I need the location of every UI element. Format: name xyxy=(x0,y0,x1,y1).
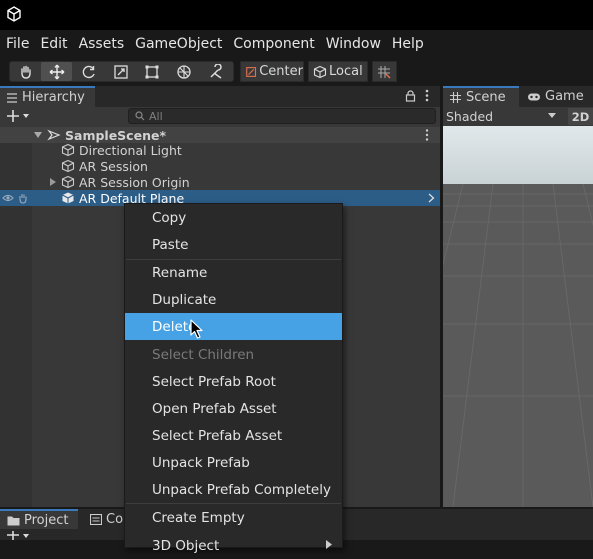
open-prefab-arrow-icon[interactable] xyxy=(428,193,435,203)
scene-skybox-ground xyxy=(443,126,593,507)
rect-tool-button[interactable] xyxy=(136,62,167,81)
add-dropdown-icon[interactable] xyxy=(6,109,30,123)
pivot-mode-label: Center xyxy=(259,64,303,79)
rect-icon xyxy=(145,65,158,78)
menu-item-rename[interactable]: Rename xyxy=(125,259,342,286)
menu-item-unpack-prefab[interactable]: Unpack Prefab xyxy=(125,449,342,476)
chevron-down-icon xyxy=(548,113,556,118)
game-tab-label: Game xyxy=(545,89,584,104)
mouse-cursor-icon xyxy=(190,319,203,339)
tree-row-ar-session-origin[interactable]: AR Session Origin xyxy=(0,174,440,190)
menu-item-select-prefab-root[interactable]: Select Prefab Root xyxy=(125,368,342,395)
toggle-2d-label: 2D xyxy=(571,109,590,124)
menu-item-select-children: Select Children xyxy=(152,346,255,363)
custom-tools-button[interactable] xyxy=(200,62,231,81)
tree-item-label: AR Session Origin xyxy=(79,174,190,190)
tree-item-label: AR Session xyxy=(79,158,148,174)
wrench-icon xyxy=(209,63,222,79)
menu-item-paste[interactable]: Paste xyxy=(125,231,342,258)
prefab-cube-icon xyxy=(62,192,74,204)
search-icon xyxy=(135,111,145,121)
tab-scene[interactable]: Scene xyxy=(443,86,519,107)
search-placeholder: All xyxy=(149,109,163,123)
transform-tools xyxy=(9,61,234,82)
submenu-arrow-icon xyxy=(326,540,332,549)
scene-viewport[interactable] xyxy=(443,126,593,507)
gamepad-icon xyxy=(528,93,540,100)
shading-mode-dropdown[interactable]: Shaded xyxy=(443,107,561,126)
context-menu: Copy Paste Rename Duplicate Delete Selec… xyxy=(124,203,343,554)
grid-snap-icon xyxy=(377,65,391,79)
hand-tool-button[interactable] xyxy=(10,62,41,81)
menu-window[interactable]: Window xyxy=(320,36,386,52)
menu-item-create-empty[interactable]: Create Empty xyxy=(125,504,342,531)
tree-row-ar-session[interactable]: AR Session xyxy=(0,158,440,174)
tab-game[interactable]: Game xyxy=(521,86,593,107)
menu-item-delete[interactable]: Delete xyxy=(125,313,342,340)
unity-logo-icon xyxy=(7,6,21,22)
scene-tab-label: Scene xyxy=(466,90,506,105)
scene-toolbar: Shaded 2D xyxy=(443,107,593,126)
menu-item-copy[interactable]: Copy xyxy=(125,204,342,231)
visibility-eye-icon[interactable] xyxy=(2,193,14,203)
hand-icon xyxy=(20,65,31,79)
menu-gameobject[interactable]: GameObject xyxy=(129,36,227,52)
menu-edit[interactable]: Edit xyxy=(34,36,72,52)
gameobject-cube-icon xyxy=(61,159,75,173)
gameobject-cube-icon xyxy=(61,143,75,157)
transform-tool-button[interactable] xyxy=(168,62,199,81)
menu-item-duplicate[interactable]: Duplicate xyxy=(125,286,342,313)
toggle-2d-button[interactable]: 2D xyxy=(568,108,593,125)
transform-icon xyxy=(176,64,191,79)
menu-item-select-prefab-asset[interactable]: Select Prefab Asset xyxy=(125,422,342,449)
project-tab-label: Project xyxy=(24,512,69,528)
title-bar xyxy=(0,0,593,30)
pivot-rotation-button[interactable]: Local xyxy=(308,61,368,82)
menu-bar: File Edit Assets GameObject Component Wi… xyxy=(0,30,593,57)
lock-icon[interactable] xyxy=(405,90,416,102)
expand-arrow-icon[interactable] xyxy=(34,131,42,139)
scene-name: SampleScene* xyxy=(65,127,166,143)
menu-help[interactable]: Help xyxy=(386,36,429,52)
scale-tool-button[interactable] xyxy=(105,62,136,81)
tree-row-scene[interactable]: SampleScene* xyxy=(0,127,440,143)
hierarchy-tab-label: Hierarchy xyxy=(22,90,85,105)
kebab-menu-icon[interactable] xyxy=(424,89,430,102)
pivot-rotation-label: Local xyxy=(329,64,363,79)
list-icon xyxy=(7,92,17,103)
menu-file[interactable]: File xyxy=(0,36,34,52)
menu-item-open-prefab-asset[interactable]: Open Prefab Asset xyxy=(125,395,342,422)
pivot-mode-button[interactable]: Center xyxy=(240,61,304,82)
folder-icon xyxy=(7,516,20,525)
tab-hierarchy[interactable]: Hierarchy xyxy=(0,86,95,107)
local-cube-icon xyxy=(313,65,327,78)
shading-mode-value: Shaded xyxy=(446,109,494,124)
rotate-tool-button[interactable] xyxy=(73,62,104,81)
scale-icon xyxy=(113,64,128,79)
pivot-center-icon xyxy=(246,66,257,77)
move-icon xyxy=(49,64,64,79)
project-add-dropdown-icon[interactable] xyxy=(6,531,30,540)
unity-scene-icon xyxy=(47,129,61,141)
scene-grid-icon xyxy=(450,92,461,103)
gameobject-cube-icon xyxy=(61,175,75,189)
main-toolbar: Center Local xyxy=(0,57,593,86)
hierarchy-search-input[interactable]: All xyxy=(128,108,436,124)
pickable-hand-icon[interactable] xyxy=(17,192,29,204)
tree-row-directional-light[interactable]: Directional Light xyxy=(0,142,440,158)
menu-component[interactable]: Component xyxy=(227,36,319,52)
scene-options-icon[interactable] xyxy=(424,128,430,142)
collapsed-arrow-icon[interactable] xyxy=(49,178,57,186)
menu-item-3d-object[interactable]: 3D Object xyxy=(125,532,342,559)
rotate-icon xyxy=(82,65,95,78)
move-tool-button[interactable] xyxy=(41,62,72,81)
menu-assets[interactable]: Assets xyxy=(73,36,130,52)
menu-item-unpack-prefab-completely[interactable]: Unpack Prefab Completely xyxy=(125,476,342,503)
grid-snap-button[interactable] xyxy=(372,61,397,82)
console-icon xyxy=(90,513,102,525)
console-tab-label: Co xyxy=(106,511,124,527)
tree-item-label: Directional Light xyxy=(79,142,182,158)
tab-project[interactable]: Project xyxy=(0,509,78,529)
